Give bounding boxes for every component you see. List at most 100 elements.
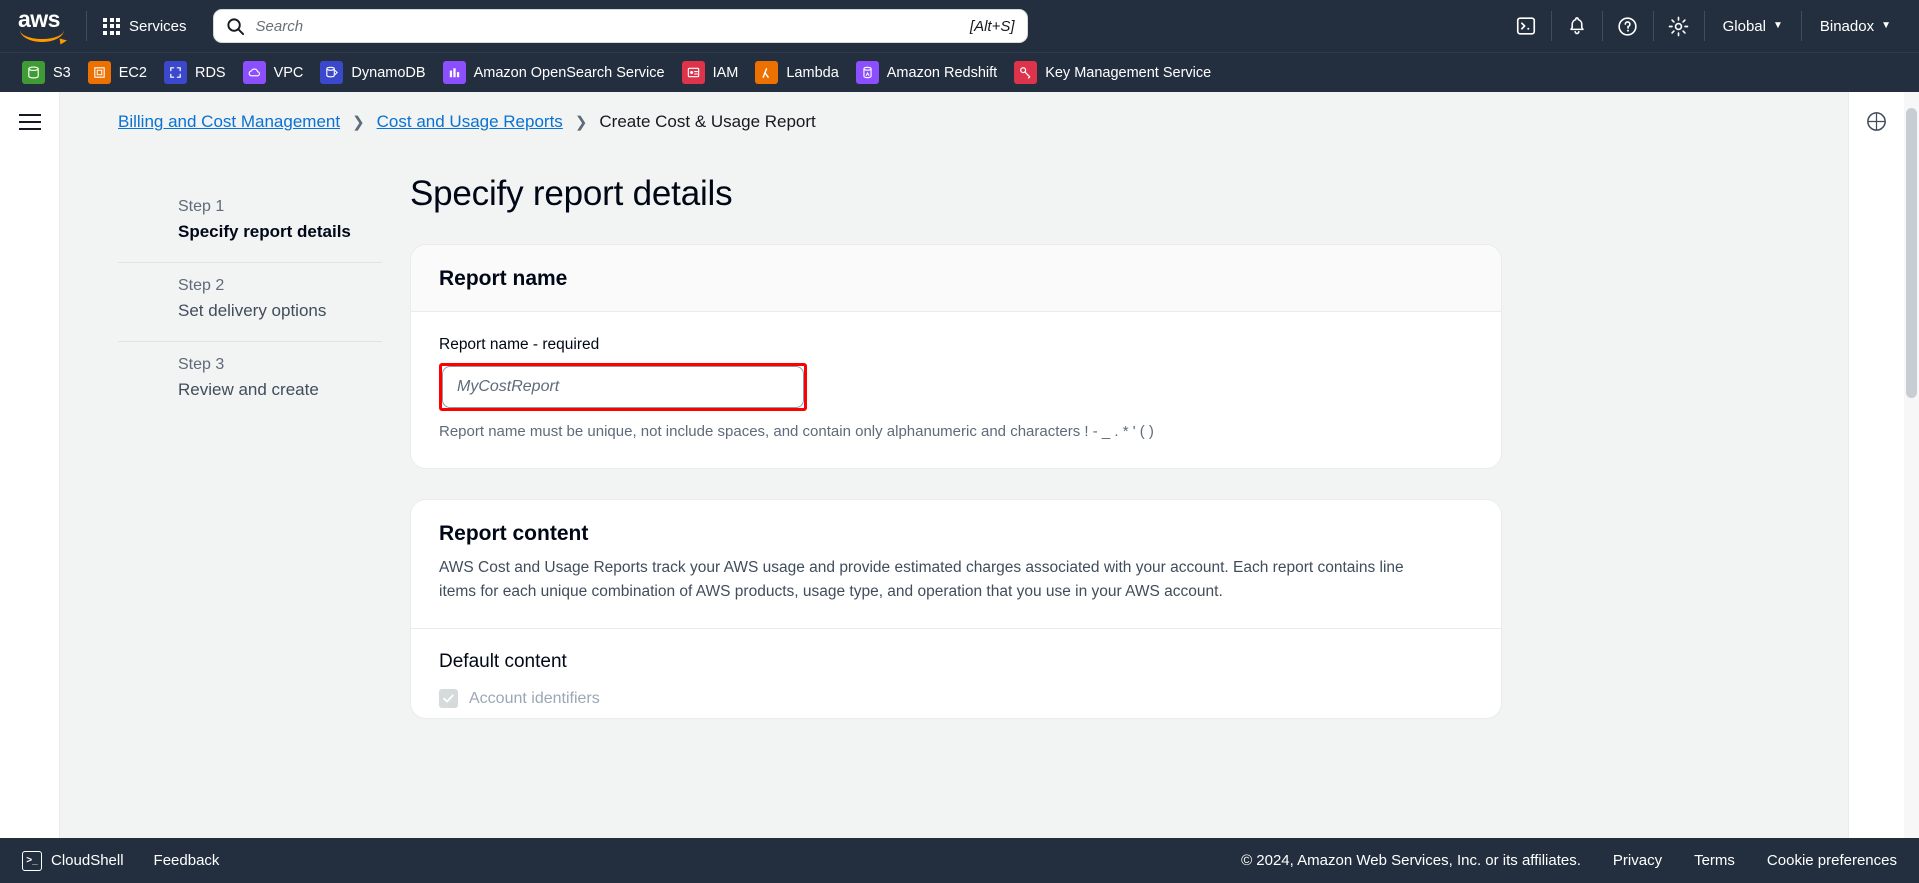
dynamodb-icon	[320, 61, 344, 84]
service-shortcut-amazon-opensearch-service[interactable]: Amazon OpenSearch Service	[439, 57, 678, 88]
footer-feedback-link[interactable]: Feedback	[154, 852, 220, 869]
service-shortcut-vpc[interactable]: VPC	[239, 57, 317, 88]
service-shortcut-label: EC2	[118, 64, 147, 81]
content-column: Billing and Cost Management ❯ Cost and U…	[60, 92, 1919, 838]
services-menu-button[interactable]: Services	[91, 10, 199, 43]
footer-cloudshell-label: CloudShell	[51, 852, 124, 869]
aws-smile-icon	[20, 30, 64, 42]
wizard-step-1-number: Step 1	[178, 198, 225, 215]
service-shortcut-label: S3	[53, 64, 71, 81]
cloudshell-icon[interactable]	[1505, 9, 1547, 43]
help-question-icon[interactable]	[1607, 9, 1649, 43]
chevron-down-icon: ▼	[1772, 20, 1783, 31]
report-content-card-title: Report content	[439, 522, 589, 545]
aws-logo[interactable]: aws	[18, 6, 72, 43]
lambda-icon	[755, 61, 779, 84]
checkmark-icon	[443, 694, 454, 703]
report-name-card-title: Report name	[439, 267, 568, 290]
service-shortcut-label: DynamoDB	[351, 64, 426, 81]
opensearch-icon	[442, 61, 466, 84]
footer-copyright: © 2024, Amazon Web Services, Inc. or its…	[1241, 852, 1581, 869]
report-content-description: AWS Cost and Usage Reports track your AW…	[439, 559, 1404, 601]
service-shortcut-iam[interactable]: IAM	[678, 57, 752, 88]
report-name-card: Report name Report name - required Repor…	[410, 244, 1502, 469]
footer-privacy-link[interactable]: Privacy	[1613, 852, 1662, 869]
wizard-step-1[interactable]: Step 1 Specify report details	[118, 184, 382, 262]
page-title: Specify report details	[410, 174, 733, 213]
report-name-input-highlight	[439, 363, 807, 411]
account-identifiers-row[interactable]: Account identifiers	[439, 689, 1473, 709]
search-input[interactable]	[255, 17, 962, 35]
top-navigation-bar: aws Services [Alt+S]	[0, 0, 1919, 52]
report-name-card-header: Report name	[411, 245, 1501, 312]
nav-divider	[1550, 11, 1552, 41]
service-shortcut-key-management-service[interactable]: Key Management Service	[1010, 57, 1224, 88]
page-scrollbar[interactable]	[1904, 92, 1919, 838]
footer-bar: >_ CloudShell Feedback © 2024, Amazon We…	[0, 838, 1919, 883]
wizard-main-panel: Specify report details Report name Repor…	[382, 146, 1502, 749]
service-shortcut-label: Amazon OpenSearch Service	[473, 64, 665, 81]
footer-cloudshell-button[interactable]: >_ CloudShell	[22, 850, 124, 871]
wizard-step-2[interactable]: Step 2 Set delivery options	[118, 262, 382, 341]
account-label: Binadox	[1819, 17, 1875, 35]
report-name-card-body: Report name - required Report name must …	[411, 312, 1501, 468]
top-nav-right-group: Global ▼ Binadox ▼	[1505, 9, 1905, 43]
ec2-instance-icon	[87, 61, 111, 84]
nav-divider	[1601, 11, 1603, 41]
wizard-step-2-number: Step 2	[178, 277, 225, 294]
notifications-bell-icon[interactable]	[1556, 9, 1598, 43]
vpc-cloud-icon	[242, 61, 266, 84]
help-panel-icon[interactable]	[1865, 110, 1888, 138]
wizard-layout: Step 1 Specify report details Step 2 Set…	[60, 146, 1919, 749]
report-name-field-label: Report name - required	[439, 336, 600, 353]
hamburger-menu-icon[interactable]	[18, 114, 41, 135]
account-menu[interactable]: Binadox ▼	[1806, 10, 1905, 43]
breadcrumb-item-current: Create Cost & Usage Report	[599, 112, 816, 131]
report-name-input[interactable]	[442, 366, 804, 408]
service-shortcut-dynamodb[interactable]: DynamoDB	[316, 57, 438, 88]
region-selector[interactable]: Global ▼	[1709, 10, 1797, 43]
breadcrumb-separator: ❯	[352, 114, 365, 131]
page-scrollbar-thumb[interactable]	[1906, 108, 1917, 398]
account-identifiers-label: Account identifiers	[469, 689, 600, 707]
grid-icon	[103, 17, 120, 35]
settings-gear-icon[interactable]	[1658, 9, 1700, 43]
footer-terms-link[interactable]: Terms	[1694, 852, 1735, 869]
account-identifiers-checkbox[interactable]	[439, 689, 458, 709]
default-content-title: Default content	[439, 651, 567, 673]
wizard-step-2-title: Set delivery options	[178, 301, 327, 320]
search-icon	[226, 17, 244, 35]
s3-bucket-icon	[22, 61, 45, 84]
breadcrumb-item-cost-usage-reports[interactable]: Cost and Usage Reports	[377, 112, 563, 132]
service-shortcut-lambda[interactable]: Lambda	[751, 57, 851, 88]
service-shortcuts-bar: S3 EC2 RDS VPC DynamoDB Amazon OpenSearch Ser…	[0, 52, 1919, 92]
service-shortcut-rds[interactable]: RDS	[160, 57, 239, 88]
wizard-step-3-number: Step 3	[178, 356, 225, 373]
wizard-step-1-title: Specify report details	[178, 222, 351, 241]
service-shortcut-label: VPC	[273, 64, 304, 81]
nav-divider	[1800, 11, 1802, 41]
aws-wordmark: aws	[18, 6, 60, 32]
service-shortcut-amazon-redshift[interactable]: Amazon Redshift	[852, 57, 1010, 88]
footer-cookie-preferences-link[interactable]: Cookie preferences	[1767, 852, 1897, 869]
default-content-section: Default content Account identifiers	[411, 629, 1501, 719]
region-label: Global	[1722, 17, 1766, 35]
redshift-icon	[855, 61, 879, 84]
service-shortcut-ec2[interactable]: EC2	[84, 57, 160, 88]
right-help-rail	[1848, 92, 1904, 838]
report-content-card-header: Report content AWS Cost and Usage Report…	[411, 500, 1501, 630]
wizard-step-3-title: Review and create	[178, 380, 319, 399]
footer-left-group: >_ CloudShell Feedback	[22, 850, 220, 871]
wizard-step-3[interactable]: Step 3 Review and create	[118, 341, 382, 420]
global-search-box[interactable]: [Alt+S]	[212, 9, 1028, 43]
cloudshell-icon: >_	[22, 850, 42, 871]
service-shortcut-s3[interactable]: S3	[18, 57, 84, 88]
breadcrumb-item-billing[interactable]: Billing and Cost Management	[118, 112, 340, 132]
service-shortcut-label: IAM	[712, 64, 739, 81]
nav-divider	[1652, 11, 1654, 41]
service-shortcut-label: Lambda	[786, 64, 839, 81]
nav-divider	[1703, 11, 1705, 41]
kms-key-icon	[1014, 61, 1038, 84]
breadcrumb-separator: ❯	[574, 114, 588, 131]
service-shortcut-label: Amazon Redshift	[886, 64, 998, 81]
